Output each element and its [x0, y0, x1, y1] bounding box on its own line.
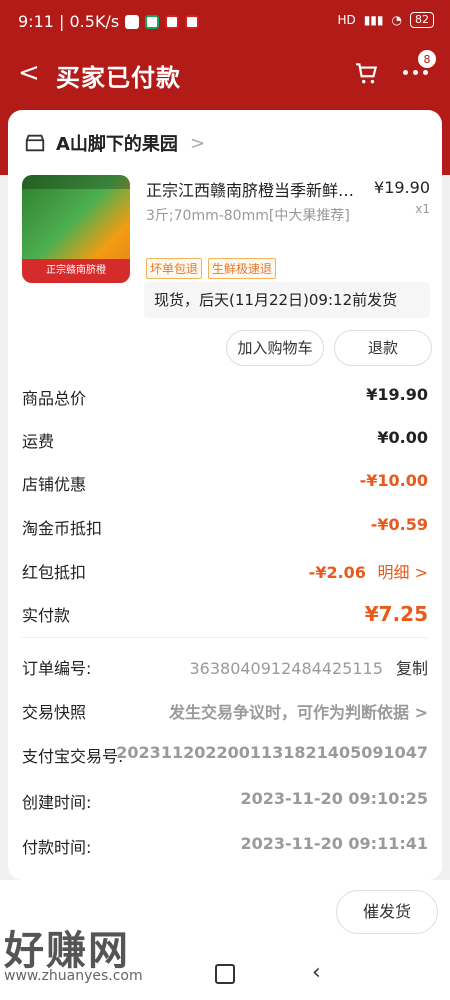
status-time: 9:11 | 0.5K/s: [18, 12, 120, 31]
product-qty: x1: [415, 202, 430, 216]
product-name[interactable]: 正宗江西赣南脐橙当季新鲜…: [146, 177, 366, 201]
summary-row-paid: 实付款 ¥7.25: [22, 602, 428, 626]
app-notification-icon: [145, 14, 160, 29]
product-spec: 3斤;70mm-80mm[中大果推荐]: [146, 208, 350, 224]
cart-icon[interactable]: [354, 60, 380, 86]
page-title: 买家已付款: [56, 64, 181, 92]
divider: [22, 637, 428, 638]
watermark-url: www.zhuanyes.com: [4, 968, 143, 984]
signal-icon-2: ▮▮▮: [363, 13, 384, 27]
app-notification-icon-2: [165, 14, 180, 29]
signal-icon: HD: [337, 13, 356, 27]
shop-row[interactable]: A山脚下的果园 >: [24, 130, 205, 156]
tag-list: 坏单包退 生鲜极速退: [146, 258, 277, 279]
summary-row-redpacket[interactable]: 红包抵扣 -¥2.06 明细 >: [22, 559, 428, 583]
shipping-info: 现货，后天(11月22日)09:12前发货: [144, 282, 430, 318]
order-card: A山脚下的果园 > 正宗赣南脐橙 正宗江西赣南脐橙当季新鲜… ¥19.90 x1…: [8, 110, 442, 880]
alipay-row: 支付宝交易号: 2023112022001131821405091047: [22, 743, 428, 766]
notification-badge: 8: [418, 50, 436, 68]
refund-button[interactable]: 退款: [334, 330, 432, 366]
snapshot-row[interactable]: 交易快照 发生交易争议时，可作为判断依据 >: [22, 699, 428, 723]
alarm-icon: [125, 14, 140, 29]
app-notification-icon-3: [185, 14, 200, 29]
created-row: 创建时间: 2023-11-20 09:10:25: [22, 789, 428, 812]
back-icon[interactable]: <: [18, 60, 40, 86]
order-no-row: 订单编号: 3638040912484425115 复制: [22, 659, 428, 678]
wifi-icon: ◔: [391, 13, 402, 27]
tag-item: 坏单包退: [146, 258, 203, 279]
shop-name: A山脚下的果园: [56, 134, 178, 155]
summary-row-coin: 淘金币抵扣 -¥0.59: [22, 515, 428, 538]
add-to-cart-button[interactable]: 加入购物车: [226, 330, 324, 366]
copy-button[interactable]: 复制: [396, 659, 428, 678]
chevron-right-icon: >: [189, 132, 206, 154]
urge-shipping-button[interactable]: 催发货: [336, 890, 438, 934]
detail-link[interactable]: 明细 >: [378, 563, 429, 582]
top-nav: < 买家已付款 8: [0, 44, 450, 106]
battery-icon: 82: [410, 12, 434, 28]
product-price: ¥19.90: [374, 178, 430, 197]
status-bar: 9:11 | 0.5K/s HD ▮▮▮ ◔ 82: [0, 0, 450, 44]
product-image[interactable]: 正宗赣南脐橙: [22, 175, 130, 283]
back-nav-icon[interactable]: ‹: [312, 960, 321, 985]
shop-icon: [25, 134, 45, 152]
summary-row-total: 商品总价 ¥19.90: [22, 385, 428, 408]
more-icon[interactable]: [403, 70, 428, 75]
image-caption: 正宗赣南脐橙: [22, 259, 130, 283]
tag-item: 生鲜极速退: [208, 258, 277, 279]
home-icon[interactable]: [215, 964, 235, 984]
summary-row-shop-discount: 店铺优惠 -¥10.00: [22, 471, 428, 494]
summary-row-shipping: 运费 ¥0.00: [22, 428, 428, 451]
paid-row: 付款时间: 2023-11-20 09:11:41: [22, 834, 428, 857]
